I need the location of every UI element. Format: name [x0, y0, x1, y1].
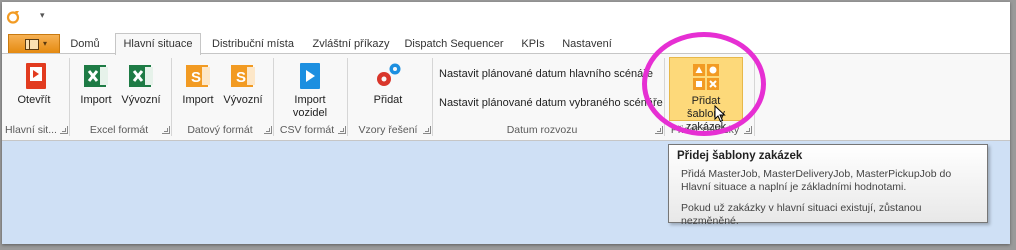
data-import-label: Import — [182, 94, 214, 106]
group-label-main-situation: Hlavní sit... — [5, 124, 57, 136]
set-main-scenario-date-button[interactable]: Nastavit plánované datum hlavního scénář… — [439, 68, 653, 80]
group-divider — [171, 58, 172, 136]
tooltip-title: Přidej šablony zakázek — [677, 150, 803, 162]
data-export-label: Vývozní — [223, 94, 263, 106]
ribbon: Otevřít Hlavní sit... Import Vývozní Exc… — [2, 54, 1010, 141]
data-file-icon: S — [231, 65, 255, 87]
group-launcher-icon[interactable] — [744, 126, 752, 134]
csv-icon — [300, 63, 320, 89]
group-divider — [347, 58, 348, 136]
tooltip: Přidej šablony zakázek Přidá MasterJob, … — [668, 144, 988, 227]
csv-import-button[interactable]: Import vozidel — [280, 54, 340, 120]
svg-text:S: S — [236, 69, 246, 86]
data-file-icon: S — [186, 65, 210, 87]
chevron-down-icon: ▾ — [43, 39, 48, 48]
group-launcher-icon[interactable] — [264, 126, 272, 134]
excel-export-label: Vývozní — [121, 94, 161, 106]
svg-text:S: S — [191, 69, 201, 86]
set-selected-scenario-date-button[interactable]: Nastavit plánované datum vybraného scéná… — [439, 97, 663, 109]
highlight-circle — [642, 32, 766, 136]
group-divider — [432, 58, 433, 136]
excel-icon — [84, 65, 108, 87]
tooltip-note: Pokud už zakázky v hlavní situaci existu… — [681, 202, 922, 227]
csv-import-label: Import vozidel — [292, 94, 328, 119]
excel-icon — [129, 65, 153, 87]
group-divider — [273, 58, 274, 136]
gears-icon — [377, 63, 401, 86]
ribbon-tabs: ▾ Domů Hlavní situace Distribuční místa … — [2, 32, 1010, 55]
qat-dropdown-icon[interactable]: ▾ — [40, 10, 45, 21]
group-launcher-icon[interactable] — [162, 126, 170, 134]
group-label-date-range: Datum rozvozu — [506, 124, 578, 136]
mouse-cursor-icon — [714, 105, 726, 123]
group-launcher-icon[interactable] — [655, 126, 663, 134]
group-label-solution-patterns: Vzory řešení — [358, 124, 418, 136]
file-menu-icon — [25, 39, 39, 50]
excel-import-button[interactable]: Import — [75, 54, 117, 120]
open-label: Otevřít — [17, 94, 51, 106]
tab-main-situation[interactable]: Hlavní situace — [115, 33, 201, 55]
group-divider — [69, 58, 70, 136]
quick-access-toolbar: ▾ — [2, 2, 1010, 32]
app-window: ▾ ▾ Domů Hlavní situace Distribuční míst… — [2, 2, 1010, 244]
tab-home[interactable]: Domů — [64, 35, 106, 54]
group-label-csv-format: CSV formát — [279, 124, 335, 136]
tab-kpis[interactable]: KPIs — [515, 35, 551, 54]
open-icon — [26, 63, 46, 89]
add-pattern-label: Přidat — [373, 94, 403, 106]
add-pattern-button[interactable]: Přidat — [360, 54, 416, 120]
group-label-excel-format: Excel formát — [89, 124, 149, 136]
tab-distribution-points[interactable]: Distribuční místa — [206, 35, 300, 54]
group-launcher-icon[interactable] — [338, 126, 346, 134]
app-logo-icon[interactable] — [6, 10, 20, 24]
tab-dispatch-sequencer[interactable]: Dispatch Sequencer — [402, 35, 506, 54]
group-launcher-icon[interactable] — [60, 126, 68, 134]
data-import-button[interactable]: S Import — [177, 54, 219, 120]
group-launcher-icon[interactable] — [423, 126, 431, 134]
excel-export-button[interactable]: Vývozní — [120, 54, 162, 120]
open-button[interactable]: Otevřít — [12, 54, 56, 120]
file-menu-button[interactable]: ▾ — [8, 34, 60, 54]
tab-special-orders[interactable]: Zvláštní příkazy — [307, 35, 395, 54]
tooltip-body: Přidá MasterJob, MasterDeliveryJob, Mast… — [681, 168, 952, 193]
excel-import-label: Import — [80, 94, 112, 106]
tab-settings[interactable]: Nastavení — [559, 35, 615, 54]
data-export-button[interactable]: S Vývozní — [222, 54, 264, 120]
group-label-data-format: Datový formát — [187, 124, 253, 136]
